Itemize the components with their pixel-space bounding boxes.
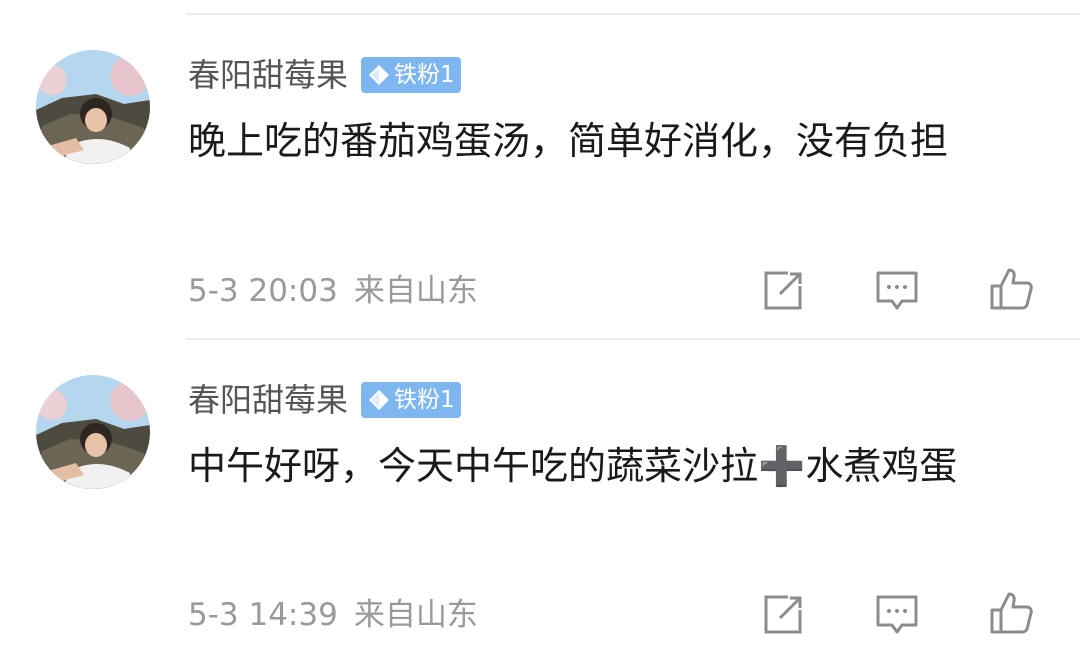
diamond-icon	[369, 390, 390, 410]
fan-badge-label: 铁粉1	[394, 387, 455, 413]
share-icon[interactable]	[760, 592, 806, 638]
username[interactable]: 春阳甜莓果	[188, 378, 348, 422]
username[interactable]: 春阳甜莓果	[188, 53, 348, 97]
avatar[interactable]	[36, 50, 150, 164]
comment-text: 中午好呀，今天中午吃的蔬菜沙拉➕水煮鸡蛋	[188, 444, 958, 488]
fan-badge[interactable]: 铁粉1	[361, 57, 462, 93]
location: 来自山东	[353, 273, 478, 309]
share-icon[interactable]	[760, 268, 806, 314]
comment-meta: 5-3 20:03 来自山东	[188, 269, 478, 313]
timestamp: 5-3 14:39	[188, 597, 338, 633]
diamond-icon	[369, 65, 390, 85]
comment-meta: 5-3 14:39 来自山东	[188, 593, 478, 637]
fan-badge[interactable]: 铁粉1	[361, 382, 462, 418]
avatar[interactable]	[36, 375, 150, 489]
comment-icon[interactable]	[874, 268, 920, 314]
comment-icon[interactable]	[874, 592, 920, 638]
comment-divider	[186, 338, 1080, 340]
fan-badge-label: 铁粉1	[394, 62, 455, 88]
location: 来自山东	[353, 597, 478, 633]
top-divider	[186, 13, 1080, 15]
comment-header: 春阳甜莓果 铁粉1	[188, 53, 462, 97]
thumbs-up-icon[interactable]	[988, 590, 1034, 636]
thumbs-up-icon[interactable]	[988, 266, 1034, 312]
timestamp: 5-3 20:03	[188, 273, 338, 309]
comment-header: 春阳甜莓果 铁粉1	[188, 378, 462, 422]
comment-text: 晚上吃的番茄鸡蛋汤，简单好消化，没有负担	[188, 119, 949, 163]
